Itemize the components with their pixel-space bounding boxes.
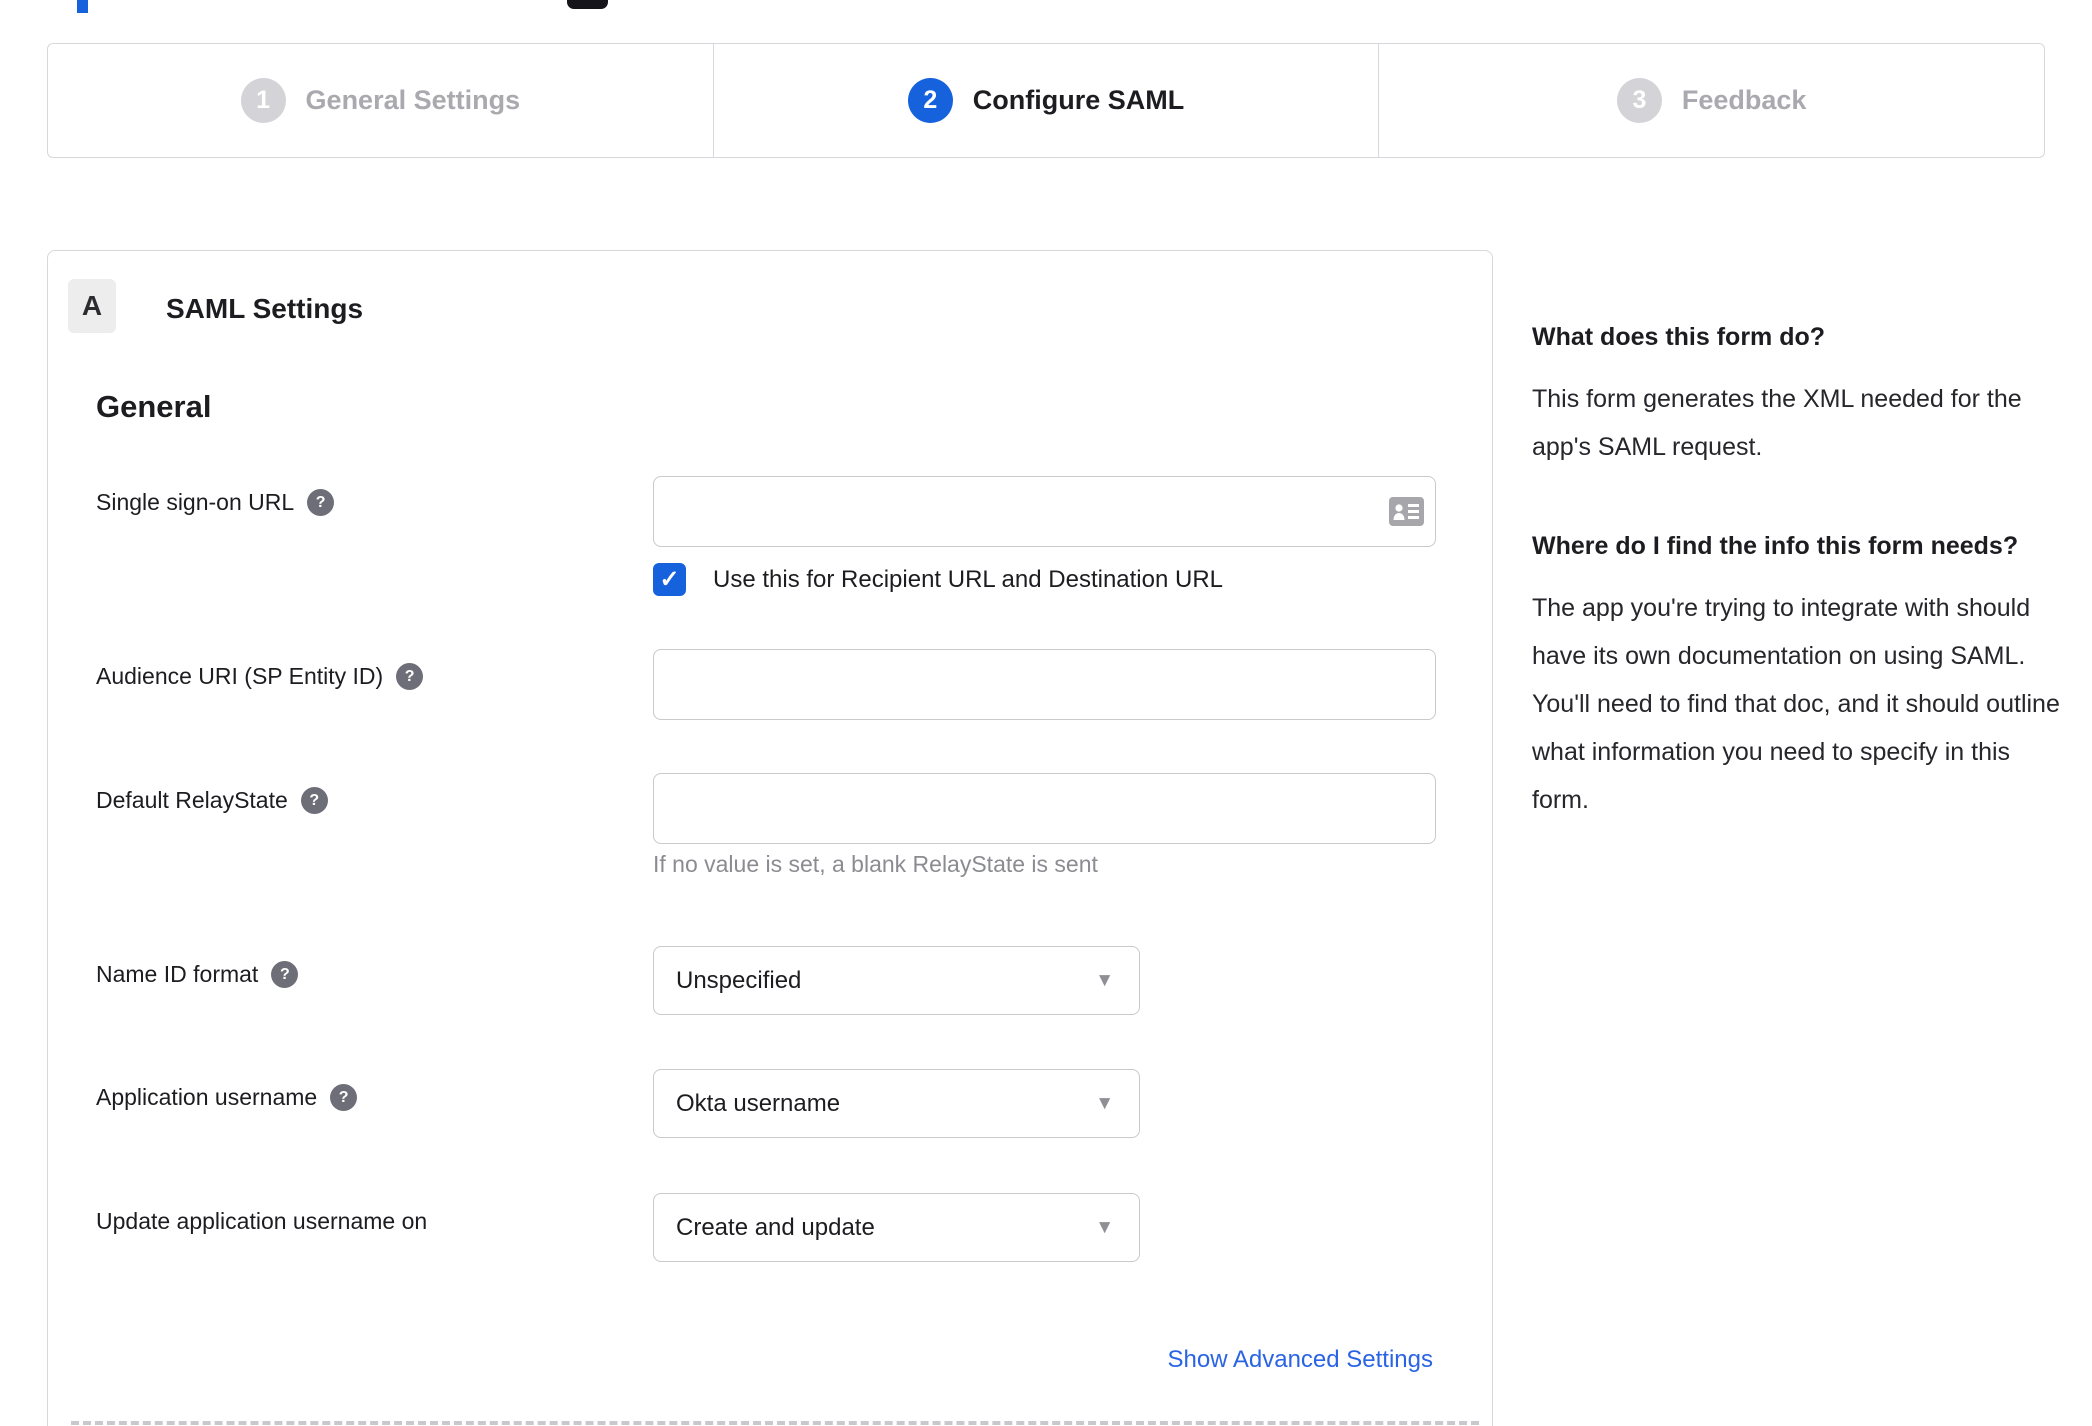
help-sidebar: What does this form do? This form genera… [1532,318,2062,824]
step-label: Configure SAML [972,85,1185,115]
name-id-format-label: Name ID format ? [96,961,299,988]
step-general-settings[interactable]: 1 General Settings [48,44,713,157]
label-text: Application username [96,1084,318,1110]
check-icon: ✓ [659,565,680,593]
selected-value: Create and update [676,1213,875,1241]
help-section-form-purpose: What does this form do? This form genera… [1532,318,2062,471]
relaystate-helper-text: If no value is set, a blank RelayState i… [653,851,1098,877]
audience-uri-label: Audience URI (SP Entity ID) ? [96,663,424,690]
step-label: General Settings [305,85,521,115]
help-icon[interactable]: ? [300,787,328,814]
selected-value: Unspecified [676,966,802,994]
recipient-url-checkbox-row: ✓ Use this for Recipient URL and Destina… [653,563,1223,596]
general-group-heading: General [96,389,212,424]
label-text: Single sign-on URL [96,489,295,515]
step-label: Feedback [1681,85,1807,115]
chevron-down-icon: ▼ [1095,1092,1114,1114]
label-text: Audience URI (SP Entity ID) [96,663,384,689]
label-text: Update application username on [96,1208,428,1234]
help-icon[interactable]: ? [330,1084,358,1111]
help-body: The app you're trying to integrate with … [1532,593,2060,814]
audience-uri-input[interactable] [653,649,1436,720]
selected-value: Okta username [676,1089,841,1117]
step-number-badge: 1 [240,78,286,123]
label-text: Name ID format [96,961,259,987]
cutoff-blue-accent [77,0,88,13]
step-feedback[interactable]: 3 Feedback [1378,44,2044,157]
application-username-label: Application username ? [96,1084,358,1111]
default-relaystate-label: Default RelayState ? [96,787,328,814]
chevron-down-icon: ▼ [1095,1216,1114,1238]
label-text: Default RelayState [96,787,288,813]
help-icon[interactable]: ? [396,663,424,690]
step-number-badge: 3 [1616,78,1662,123]
recipient-url-checkbox-label: Use this for Recipient URL and Destinati… [713,565,1224,593]
help-icon[interactable]: ? [307,489,335,516]
help-body: This form generates the XML needed for t… [1532,384,2022,461]
sso-url-label: Single sign-on URL ? [96,489,335,516]
section-title: SAML Settings [166,293,364,324]
section-a-badge: A [68,279,116,333]
saml-setup-wizard: 1 General Settings 2 Configure SAML 3 Fe… [0,0,2092,1426]
default-relaystate-input[interactable] [653,773,1436,844]
help-heading: Where do I find the info this form needs… [1532,531,2019,560]
help-icon[interactable]: ? [271,961,299,988]
chevron-down-icon: ▼ [1095,969,1114,991]
name-id-format-select[interactable]: Unspecified ▼ [653,946,1140,1015]
saml-settings-panel: A SAML Settings General Single sign-on U… [47,250,1493,1426]
step-configure-saml[interactable]: 2 Configure SAML [712,44,1379,157]
contact-card-icon [1389,497,1424,526]
step-number-badge: 2 [907,78,953,123]
recipient-url-checkbox[interactable]: ✓ [653,563,686,596]
wizard-stepper: 1 General Settings 2 Configure SAML 3 Fe… [47,43,2045,158]
section-dashed-divider [71,1421,1479,1425]
help-section-find-info: Where do I find the info this form needs… [1532,527,2062,824]
show-advanced-settings-link[interactable]: Show Advanced Settings [1167,1346,1433,1374]
help-heading: What does this form do? [1532,323,1826,351]
update-app-username-label: Update application username on [96,1208,427,1235]
update-app-username-select[interactable]: Create and update ▼ [653,1193,1140,1262]
sso-url-input[interactable] [653,476,1436,547]
application-username-select[interactable]: Okta username ▼ [653,1069,1140,1138]
cutoff-title-fragment [567,0,608,9]
